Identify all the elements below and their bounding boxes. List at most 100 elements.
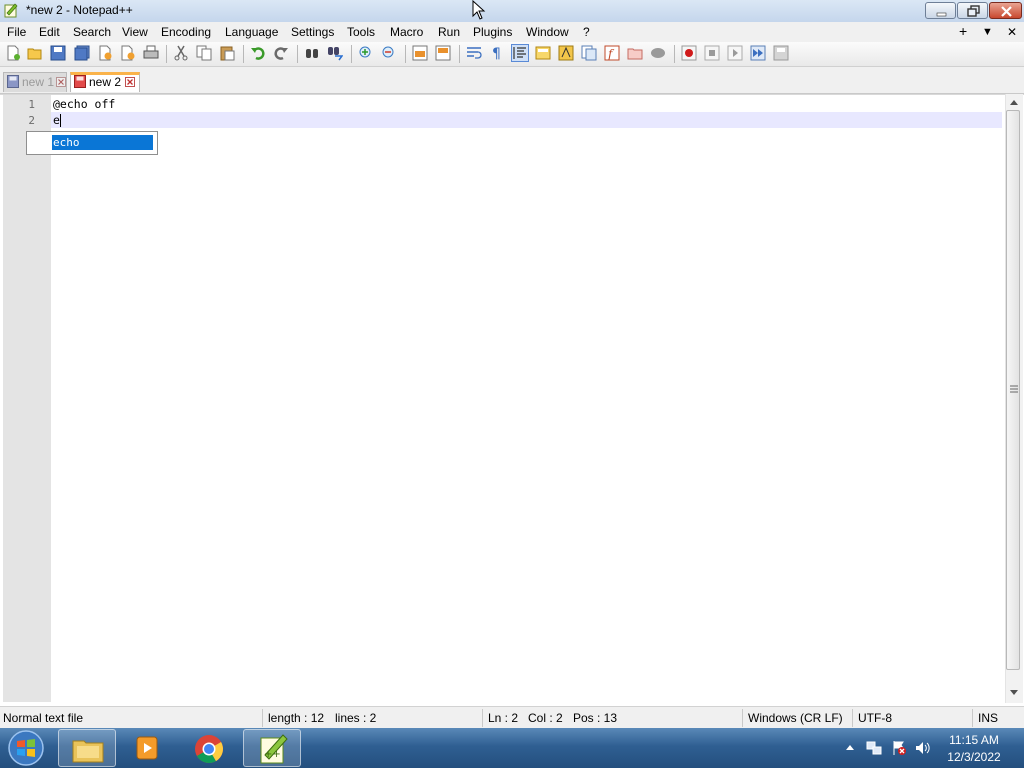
- show-hidden-icons-icon[interactable]: [845, 743, 855, 751]
- indent-guide-icon[interactable]: [511, 44, 529, 62]
- menu-help[interactable]: ?: [583, 25, 590, 39]
- minimize-button[interactable]: [925, 2, 956, 19]
- line-number: 1: [28, 98, 35, 111]
- menu-language[interactable]: Language: [225, 25, 278, 39]
- save-all-icon[interactable]: [74, 45, 90, 61]
- close-button[interactable]: [989, 2, 1022, 19]
- toolbar-separator: [243, 45, 244, 63]
- menu-encoding[interactable]: Encoding: [161, 25, 211, 39]
- length-status: length : 12: [268, 711, 325, 725]
- scroll-down-icon[interactable]: [1009, 689, 1019, 697]
- copy-icon[interactable]: [196, 45, 212, 61]
- taskbar-media-player-button[interactable]: [118, 729, 176, 767]
- action-center-flag-icon[interactable]: [891, 740, 907, 756]
- close-icon: [1001, 6, 1012, 17]
- svg-text:¶: ¶: [492, 46, 501, 61]
- undo-icon[interactable]: [250, 45, 266, 61]
- status-separator: [482, 709, 483, 727]
- windows-explorer-icon: [72, 740, 104, 763]
- autocomplete-popup: echo: [26, 131, 158, 155]
- zoom-out-icon[interactable]: [381, 45, 397, 61]
- word-wrap-icon[interactable]: [466, 45, 482, 61]
- tab-close-icon[interactable]: [56, 77, 66, 87]
- stop-macro-icon[interactable]: [704, 45, 720, 61]
- start-button-icon[interactable]: [6, 729, 46, 767]
- open-file-icon[interactable]: [27, 45, 43, 61]
- current-line-highlight: [51, 112, 1002, 128]
- tab-bar: new 1 new 2: [0, 67, 1024, 94]
- encoding-status[interactable]: UTF-8: [858, 711, 892, 725]
- find-icon[interactable]: [304, 45, 320, 61]
- code-line[interactable]: @echo off: [53, 97, 115, 111]
- record-macro-icon[interactable]: [681, 45, 697, 61]
- zoom-in-icon[interactable]: [358, 45, 374, 61]
- replace-icon[interactable]: [327, 45, 343, 61]
- status-separator: [852, 709, 853, 727]
- taskbar-explorer-button[interactable]: [58, 729, 116, 767]
- saved-file-icon: [7, 75, 19, 88]
- menu-macro[interactable]: Macro: [390, 25, 423, 39]
- status-separator: [972, 709, 973, 727]
- document-list-icon[interactable]: [581, 45, 597, 61]
- clock-time[interactable]: 11:15 AM: [944, 733, 1004, 747]
- close-document-button[interactable]: ✕: [1007, 25, 1017, 39]
- clock-date[interactable]: 12/3/2022: [944, 750, 1004, 764]
- user-defined-language-icon[interactable]: [535, 45, 551, 61]
- scroll-up-icon[interactable]: [1009, 98, 1019, 106]
- new-file-icon[interactable]: [5, 45, 21, 61]
- save-icon[interactable]: [50, 45, 66, 61]
- menu-settings[interactable]: Settings: [291, 25, 334, 39]
- sync-horizontal-scroll-icon[interactable]: [435, 45, 451, 61]
- menu-file[interactable]: File: [7, 25, 26, 39]
- add-tab-button[interactable]: +: [959, 23, 967, 39]
- tab-list-dropdown-icon[interactable]: ▼: [982, 26, 993, 38]
- status-separator: [742, 709, 743, 727]
- taskbar-chrome-button[interactable]: [180, 729, 238, 767]
- restore-button[interactable]: [957, 2, 988, 19]
- document-map-icon[interactable]: [558, 45, 574, 61]
- mouse-cursor-icon: [472, 0, 486, 20]
- notepad-plus-plus-icon: ++: [260, 734, 288, 764]
- media-player-icon: [136, 736, 158, 760]
- grip-icon: [1010, 385, 1018, 393]
- toolbar: ¶ f: [0, 42, 1024, 67]
- menu-run[interactable]: Run: [438, 25, 460, 39]
- show-all-characters-icon[interactable]: ¶: [489, 45, 505, 61]
- run-macro-multiple-icon[interactable]: [750, 45, 766, 61]
- paste-icon[interactable]: [219, 45, 235, 61]
- window-title: *new 2 - Notepad++: [26, 3, 133, 17]
- volume-icon[interactable]: [915, 740, 931, 756]
- function-list-icon[interactable]: f: [604, 45, 620, 61]
- menu-search[interactable]: Search: [73, 25, 111, 39]
- close-file-icon[interactable]: [97, 45, 113, 61]
- close-all-icon[interactable]: [120, 45, 136, 61]
- menu-window[interactable]: Window: [526, 25, 569, 39]
- tab-new-1[interactable]: new 1: [3, 72, 67, 92]
- redo-icon[interactable]: [273, 45, 289, 61]
- eol-status[interactable]: Windows (CR LF): [748, 711, 843, 725]
- monitoring-icon[interactable]: [650, 45, 666, 61]
- tab-close-icon[interactable]: [125, 77, 135, 87]
- menu-tools[interactable]: Tools: [347, 25, 375, 39]
- play-macro-icon[interactable]: [727, 45, 743, 61]
- code-line[interactable]: e: [53, 113, 60, 127]
- insert-mode-status[interactable]: INS: [978, 711, 998, 725]
- network-icon[interactable]: [866, 740, 882, 756]
- autocomplete-item[interactable]: echo: [52, 135, 153, 150]
- tab-new-2[interactable]: new 2: [70, 72, 140, 92]
- restore-icon: [967, 5, 980, 17]
- menu-edit[interactable]: Edit: [39, 25, 60, 39]
- cut-icon[interactable]: [173, 45, 189, 61]
- menu-plugins[interactable]: Plugins: [473, 25, 512, 39]
- print-icon[interactable]: [143, 45, 159, 61]
- save-macro-icon[interactable]: [773, 45, 789, 61]
- taskbar-notepad-plus-plus-button[interactable]: ++: [243, 729, 301, 767]
- menu-view[interactable]: View: [122, 25, 148, 39]
- notepad-plus-plus-app-icon[interactable]: [4, 3, 18, 18]
- scrollbar-thumb[interactable]: [1006, 110, 1020, 670]
- editor-area[interactable]: 1 2 @echo off e: [0, 94, 1024, 705]
- folder-as-workspace-icon[interactable]: [627, 45, 643, 61]
- column-status: Col : 2: [528, 711, 563, 725]
- tab-label: new 2: [89, 75, 122, 89]
- sync-vertical-scroll-icon[interactable]: [412, 45, 428, 61]
